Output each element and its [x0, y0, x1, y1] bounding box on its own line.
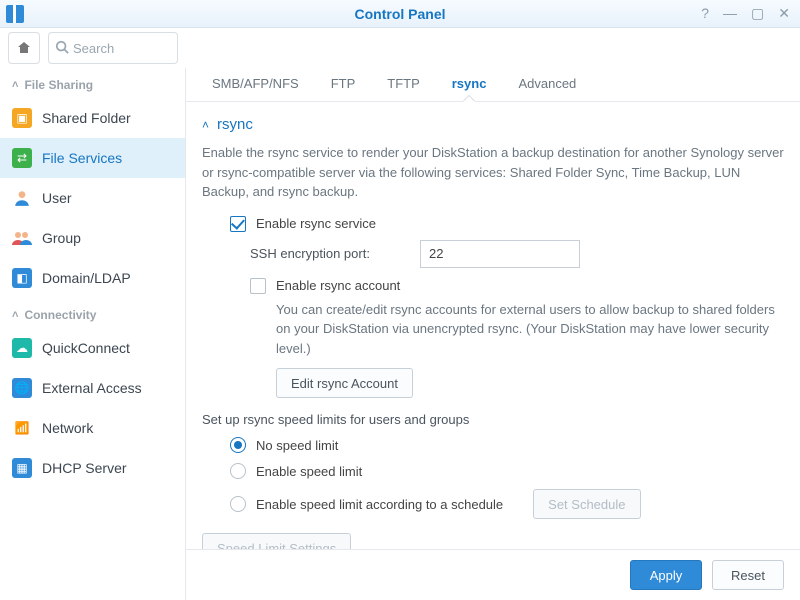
speed-limit-intro: Set up rsync speed limits for users and … [202, 412, 784, 427]
tab-rsync[interactable]: rsync [436, 68, 503, 101]
reset-button[interactable]: Reset [712, 560, 784, 590]
checkbox-enable-rsync[interactable] [230, 216, 246, 232]
sidebar-item-shared-folder[interactable]: ▣ Shared Folder [0, 98, 185, 138]
sidebar-item-label: User [42, 190, 72, 206]
sidebar-item-label: QuickConnect [42, 340, 130, 356]
chevron-up-icon: ˄ [12, 309, 18, 321]
row-enable-service: Enable rsync service [202, 216, 784, 232]
speed-limit-settings-button[interactable]: Speed Limit Settings [202, 533, 351, 549]
window-controls: ? — ▢ ✕ [701, 5, 800, 22]
tab-bar: SMB/AFP/NFS FTP TFTP rsync Advanced [186, 68, 800, 102]
section-toggle-rsync[interactable]: ˄ rsync [202, 116, 784, 133]
row-enable-account: Enable rsync account [202, 278, 784, 294]
radio-schedule-speed-limit[interactable] [230, 496, 246, 512]
sidebar-item-label: File Services [42, 150, 122, 166]
group-icon [12, 228, 32, 248]
ldap-icon: ◧ [12, 268, 32, 288]
sidebar-group-label: File Sharing [24, 78, 93, 92]
maximize-icon[interactable]: ▢ [751, 5, 764, 22]
sidebar-group-connectivity[interactable]: ˄ Connectivity [0, 298, 185, 328]
input-ssh-port[interactable] [420, 240, 580, 268]
sidebar-item-label: Shared Folder [42, 110, 131, 126]
tab-smb[interactable]: SMB/AFP/NFS [196, 68, 315, 101]
sidebar-item-label: External Access [42, 380, 142, 396]
row-ssh-port: SSH encryption port: [202, 240, 784, 268]
sidebar-item-label: Group [42, 230, 81, 246]
dhcp-icon: ▦ [12, 458, 32, 478]
app-icon [6, 5, 24, 23]
help-icon[interactable]: ? [701, 5, 709, 22]
sidebar-item-network[interactable]: 📶 Network [0, 408, 185, 448]
section-description: Enable the rsync service to render your … [202, 143, 784, 202]
sidebar-item-label: Network [42, 420, 93, 436]
globe-icon: 🌐 [12, 378, 32, 398]
user-icon [12, 188, 32, 208]
minimize-icon[interactable]: — [723, 5, 737, 22]
services-icon: ⇄ [12, 148, 32, 168]
sidebar-group-label: Connectivity [24, 308, 96, 322]
account-note: You can create/edit rsync accounts for e… [250, 300, 784, 359]
sidebar-item-domain-ldap[interactable]: ◧ Domain/LDAP [0, 258, 185, 298]
window-title: Control Panel [354, 6, 445, 22]
home-button[interactable] [8, 32, 40, 64]
sidebar-item-group[interactable]: Group [0, 218, 185, 258]
sidebar-item-file-services[interactable]: ⇄ File Services [0, 138, 185, 178]
rsync-panel: ˄ rsync Enable the rsync service to rend… [186, 102, 800, 549]
label-enable-account: Enable rsync account [276, 278, 400, 293]
sidebar-item-external-access[interactable]: 🌐 External Access [0, 368, 185, 408]
radio-no-speed-limit[interactable] [230, 437, 246, 453]
quickconnect-icon: ☁ [12, 338, 32, 358]
label-no-speed-limit: No speed limit [256, 438, 338, 453]
chevron-up-icon: ˄ [202, 118, 209, 132]
checkbox-enable-account[interactable] [250, 278, 266, 294]
footer: Apply Reset [186, 549, 800, 600]
sidebar-item-user[interactable]: User [0, 178, 185, 218]
chevron-up-icon: ˄ [12, 79, 18, 91]
content-area: SMB/AFP/NFS FTP TFTP rsync Advanced ˄ rs… [186, 68, 800, 600]
edit-rsync-account-button[interactable]: Edit rsync Account [276, 368, 413, 398]
close-icon[interactable]: ✕ [778, 5, 790, 22]
label-enable-speed-limit: Enable speed limit [256, 464, 362, 479]
titlebar: Control Panel ? — ▢ ✕ [0, 0, 800, 28]
section-title: rsync [217, 116, 253, 133]
sidebar: ˄ File Sharing ▣ Shared Folder ⇄ File Se… [0, 68, 186, 600]
search-input[interactable] [73, 41, 171, 56]
toolbar [0, 28, 800, 68]
apply-button[interactable]: Apply [630, 560, 702, 590]
sidebar-item-label: Domain/LDAP [42, 270, 131, 286]
network-icon: 📶 [12, 418, 32, 438]
set-schedule-button[interactable]: Set Schedule [533, 489, 640, 519]
sidebar-item-quickconnect[interactable]: ☁ QuickConnect [0, 328, 185, 368]
label-schedule-speed-limit: Enable speed limit according to a schedu… [256, 497, 503, 512]
tab-tftp[interactable]: TFTP [371, 68, 436, 101]
sidebar-item-label: DHCP Server [42, 460, 127, 476]
home-icon [16, 40, 32, 56]
folder-icon: ▣ [12, 108, 32, 128]
tab-advanced[interactable]: Advanced [502, 68, 592, 101]
label-enable-rsync: Enable rsync service [256, 216, 376, 231]
search-icon [55, 40, 69, 57]
sidebar-group-file-sharing[interactable]: ˄ File Sharing [0, 68, 185, 98]
sidebar-item-dhcp-server[interactable]: ▦ DHCP Server [0, 448, 185, 488]
search-field[interactable] [48, 32, 178, 64]
tab-ftp[interactable]: FTP [315, 68, 372, 101]
label-ssh-port: SSH encryption port: [250, 246, 420, 261]
radio-enable-speed-limit[interactable] [230, 463, 246, 479]
